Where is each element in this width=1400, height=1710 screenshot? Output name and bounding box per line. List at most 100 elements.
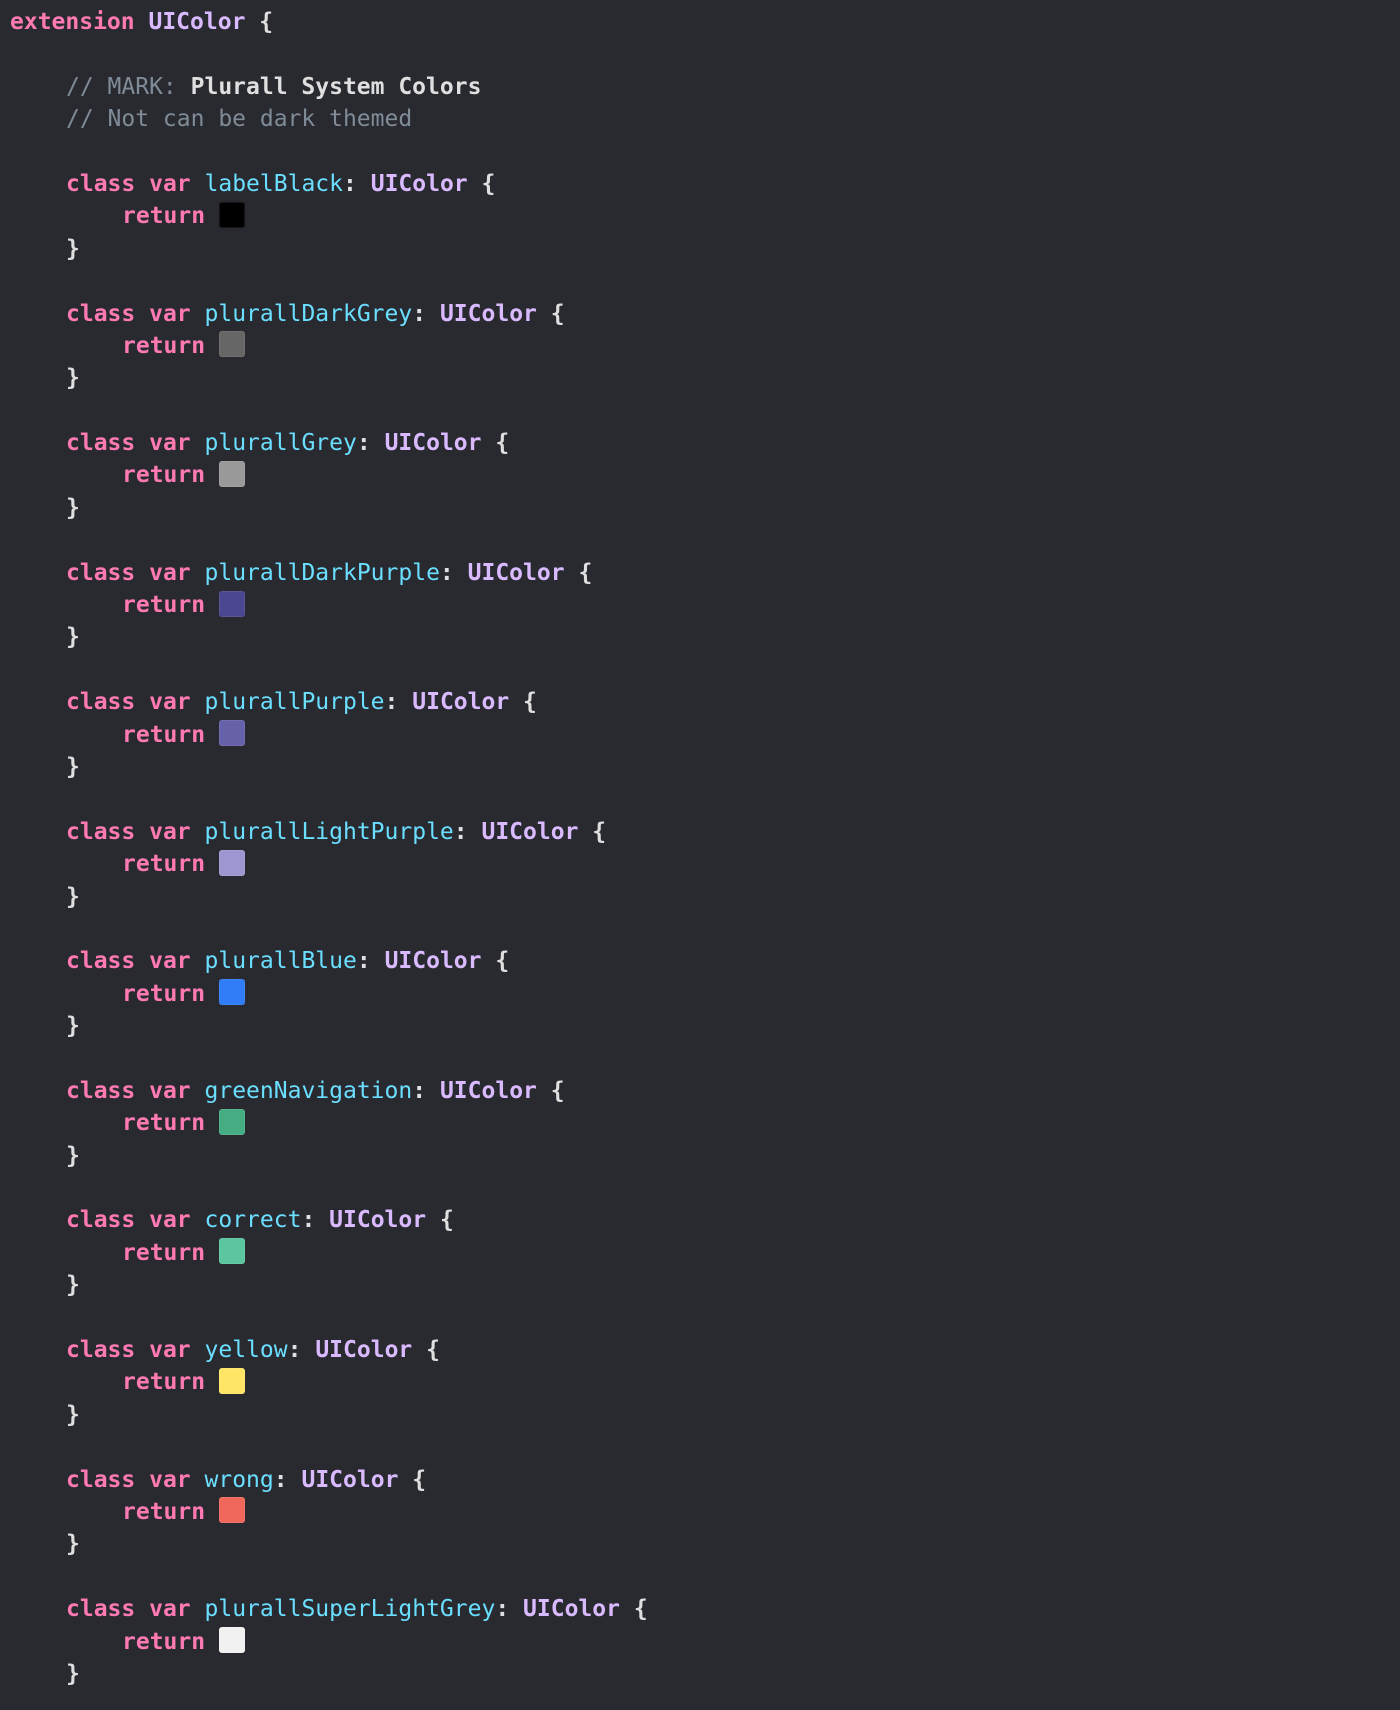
color-name: plurallDarkPurple xyxy=(204,559,440,586)
return-keyword: return xyxy=(122,462,206,489)
colon: : xyxy=(439,559,454,586)
color-type: UIColor xyxy=(384,430,482,457)
close-brace: } xyxy=(66,883,80,910)
colon: : xyxy=(273,1466,288,1493)
color-swatch[interactable] xyxy=(219,201,246,228)
var-keyword: var xyxy=(149,689,191,716)
color-declaration-line: class var plurallSuperLightGrey: UIColor… xyxy=(10,1593,1400,1625)
open-brace: { xyxy=(578,559,593,586)
class-keyword: class xyxy=(66,1077,136,1104)
color-swatch[interactable] xyxy=(219,1497,246,1524)
extension-keyword: extension xyxy=(10,9,135,35)
return-line: return xyxy=(10,589,1400,621)
colon: : xyxy=(356,430,371,457)
color-type: UIColor xyxy=(481,818,579,845)
return-keyword: return xyxy=(122,851,206,878)
color-type: UIColor xyxy=(315,1337,413,1364)
close-brace-line: } xyxy=(10,492,1400,524)
color-block-labelBlack: class var labelBlack: UIColor {return} xyxy=(10,168,1400,298)
return-line: return xyxy=(10,330,1400,362)
open-brace: { xyxy=(439,1207,454,1234)
close-brace-line: } xyxy=(10,1399,1400,1431)
class-keyword: class xyxy=(66,559,136,586)
return-keyword: return xyxy=(122,721,206,748)
color-name: yellow xyxy=(204,1337,288,1364)
close-brace-line: } xyxy=(10,751,1400,783)
color-block-plurallBlue: class var plurallBlue: UIColor {return} xyxy=(10,945,1400,1075)
color-swatch[interactable] xyxy=(219,849,246,876)
var-keyword: var xyxy=(149,430,191,457)
note-comment: // Not can be dark themed xyxy=(10,103,1400,135)
var-keyword: var xyxy=(149,818,191,845)
class-keyword: class xyxy=(66,689,136,716)
close-brace-line: } xyxy=(10,1010,1400,1042)
color-block-plurallDarkGrey: class var plurallDarkGrey: UIColor {retu… xyxy=(10,298,1400,428)
color-type: UIColor xyxy=(301,1466,399,1493)
color-swatch[interactable] xyxy=(219,979,246,1006)
close-brace: } xyxy=(66,1013,80,1040)
var-keyword: var xyxy=(149,1337,191,1364)
color-block-correct: class var correct: UIColor { return} xyxy=(10,1204,1400,1334)
close-brace: } xyxy=(66,1401,80,1428)
color-swatch[interactable] xyxy=(219,1238,246,1265)
color-swatch[interactable] xyxy=(219,590,246,617)
return-line: return xyxy=(10,200,1400,232)
note-text: // Not can be dark themed xyxy=(66,106,413,133)
color-declaration-line: class var plurallLightPurple: UIColor { xyxy=(10,816,1400,848)
close-brace-line: } xyxy=(10,1269,1400,1301)
close-brace-line: } xyxy=(10,881,1400,913)
return-line: return xyxy=(10,1237,1400,1269)
color-block-plurallSuperLightGrey: class var plurallSuperLightGrey: UIColor… xyxy=(10,1593,1400,1690)
colon: : xyxy=(412,300,427,327)
return-line: return xyxy=(10,1496,1400,1528)
var-keyword: var xyxy=(149,300,191,327)
color-swatch[interactable] xyxy=(219,331,246,358)
open-brace: { xyxy=(495,948,510,975)
class-keyword: class xyxy=(66,430,136,457)
colon: : xyxy=(343,170,357,197)
class-keyword: class xyxy=(66,818,136,845)
class-keyword: class xyxy=(66,1466,136,1493)
color-type: UIColor xyxy=(467,559,565,586)
color-declaration-line: class var correct: UIColor { xyxy=(10,1204,1400,1236)
close-brace: } xyxy=(66,753,80,780)
color-swatch[interactable] xyxy=(219,1367,246,1394)
color-type: UIColor xyxy=(412,689,510,716)
var-keyword: var xyxy=(149,1466,191,1493)
close-brace-line: } xyxy=(10,233,1400,265)
color-name: plurallGrey xyxy=(204,430,357,457)
class-keyword: class xyxy=(66,1207,136,1234)
close-brace: } xyxy=(66,235,80,262)
return-line: return xyxy=(10,1626,1400,1658)
color-swatch[interactable] xyxy=(219,720,246,747)
color-swatch[interactable] xyxy=(219,1627,246,1654)
var-keyword: var xyxy=(149,559,191,586)
code-editor[interactable]: extension UIColor { // MARK: Plurall Sys… xyxy=(10,6,1400,1690)
return-line: return xyxy=(10,978,1400,1010)
mark-prefix: // MARK: xyxy=(66,73,191,100)
close-brace-line: } xyxy=(10,1140,1400,1172)
color-swatch[interactable] xyxy=(219,1108,246,1135)
color-declaration-line: class var plurallBlue: UIColor { xyxy=(10,945,1400,977)
color-block-yellow: class var yellow: UIColor {return} xyxy=(10,1334,1400,1464)
color-swatch[interactable] xyxy=(219,460,246,487)
open-brace: { xyxy=(592,818,607,845)
color-name: plurallLightPurple xyxy=(204,818,454,845)
open-brace: { xyxy=(481,170,496,197)
class-keyword: class xyxy=(66,948,136,975)
color-name: greenNavigation xyxy=(204,1077,413,1104)
open-brace: { xyxy=(523,689,537,716)
color-declaration-line: class var yellow: UIColor { xyxy=(10,1334,1400,1366)
var-keyword: var xyxy=(149,1207,191,1234)
return-line: return xyxy=(10,719,1400,751)
color-declaration-line: class var plurallPurple: UIColor { xyxy=(10,686,1400,718)
return-keyword: return xyxy=(122,1239,206,1266)
class-keyword: class xyxy=(66,1337,136,1364)
